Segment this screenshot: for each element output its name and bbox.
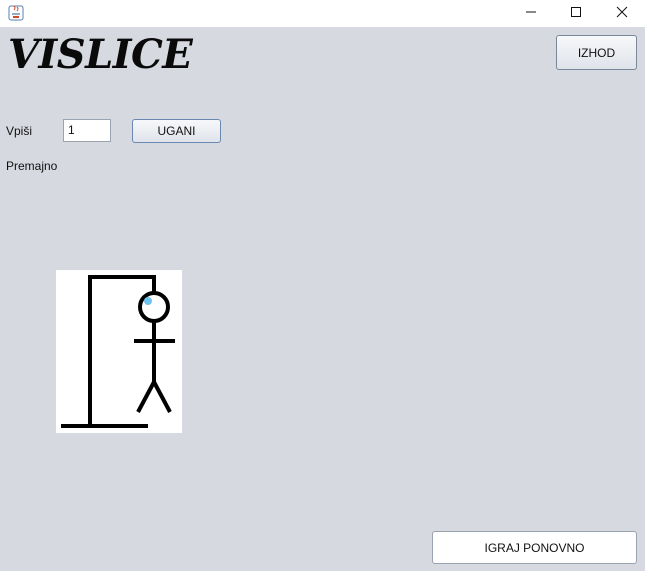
title-bar: [0, 0, 645, 27]
guess-input[interactable]: 1: [63, 119, 111, 142]
right-leg: [152, 381, 172, 413]
maximize-icon: [570, 5, 582, 23]
minimize-icon: [525, 5, 537, 23]
left-leg: [136, 381, 156, 413]
java-icon: [8, 5, 24, 21]
input-label: Vpiši: [6, 124, 33, 138]
game-panel: VISLICE IZHOD Vpiši 1 UGANI Premajno IGR…: [0, 27, 645, 571]
close-icon: [616, 5, 628, 23]
exit-button[interactable]: IZHOD: [556, 35, 637, 70]
head: [138, 291, 170, 323]
eye-highlight: [144, 297, 152, 305]
replay-button[interactable]: IGRAJ PONOVNO: [432, 531, 637, 564]
hangman-drawing: [56, 270, 182, 433]
status-text: Premajno: [6, 159, 58, 173]
guess-button[interactable]: UGANI: [132, 119, 221, 143]
close-button[interactable]: [599, 0, 645, 27]
minimize-button[interactable]: [508, 0, 554, 27]
maximize-button[interactable]: [553, 0, 599, 27]
game-title: VISLICE: [8, 31, 193, 78]
